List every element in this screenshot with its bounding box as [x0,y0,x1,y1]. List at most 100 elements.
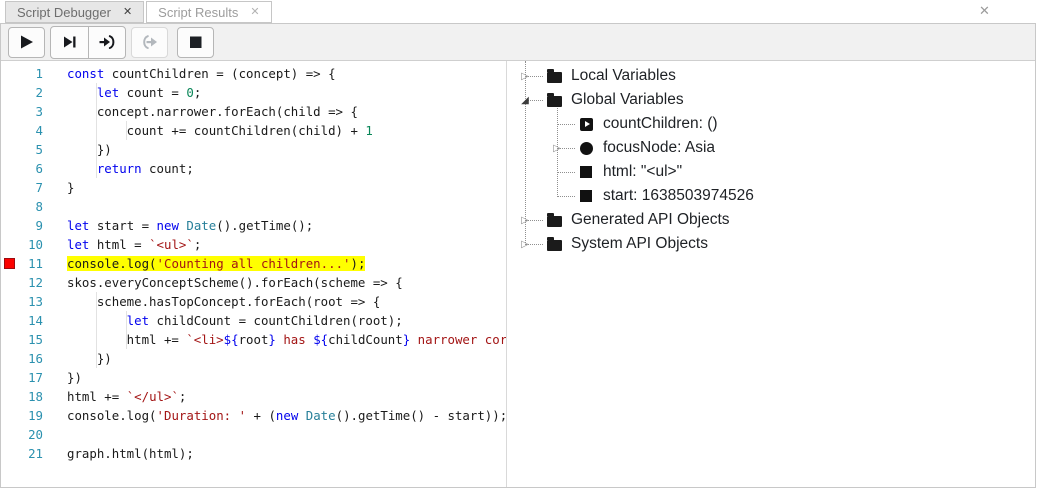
breakpoint-gutter[interactable] [1,273,17,292]
line-number: 1 [17,64,43,83]
collapse-arrow-icon[interactable]: ◢ [519,88,531,112]
tab-script-debugger[interactable]: Script Debugger ✕ [5,1,144,23]
code-line: 14let childCount = countChildren(root); [1,311,506,330]
line-number: 11 [17,254,43,273]
folder-icon [547,237,562,251]
line-number: 16 [17,349,43,368]
line-number: 6 [17,159,43,178]
indent-guide [67,140,97,159]
circle-icon [579,142,594,155]
code-line-text: concept.narrower.forEach(child => { [43,102,358,121]
indent-guide [67,121,97,140]
line-number: 10 [17,235,43,254]
breakpoint-gutter[interactable] [1,83,17,102]
tab-script-results[interactable]: Script Results ✕ [146,1,271,23]
breakpoint-gutter[interactable] [1,216,17,235]
code-line: 6return count; [1,159,506,178]
code-editor[interactable]: 1const countChildren = (concept) => {2le… [1,61,507,487]
expand-arrow-icon[interactable]: ▷ [519,64,531,88]
tree-item-label: Generated API Objects [571,211,730,229]
line-number: 20 [17,425,43,444]
tree-item[interactable]: ▷ Local Variables [519,64,1035,88]
indent-guide [67,330,97,349]
breakpoint-gutter[interactable] [1,197,17,216]
step-button-group [50,26,126,59]
breakpoint-marker[interactable] [4,258,15,269]
close-icon[interactable]: ✕ [123,7,132,18]
run-button[interactable] [8,27,45,58]
tree-item[interactable]: start: 1638503974526 [519,184,1035,208]
tab-strip: Script Debugger ✕ Script Results ✕ ✕ [0,0,1037,23]
tree-item[interactable]: ◢ Global Variables [519,88,1035,112]
line-number: 7 [17,178,43,197]
breakpoint-gutter[interactable] [1,349,17,368]
expand-arrow-icon[interactable]: ▷ [519,232,531,256]
function-icon [579,118,594,131]
step-out-button[interactable] [131,27,168,58]
line-number: 19 [17,406,43,425]
code-line-text: html += `<li>${root} has ${childCount} n… [43,330,507,349]
code-line-text: }) [43,368,82,387]
code-line-text: count += countChildren(child) + 1 [43,121,373,140]
code-line-text: } [43,178,74,197]
breakpoint-gutter[interactable] [1,406,17,425]
step-over-button[interactable] [51,27,88,58]
stop-icon [186,33,205,51]
breakpoint-gutter[interactable] [1,330,17,349]
breakpoint-gutter[interactable] [1,121,17,140]
indent-guide [97,311,127,330]
breakpoint-gutter[interactable] [1,140,17,159]
script-debugger-panel: 1const countChildren = (concept) => {2le… [0,23,1036,488]
tree-item-label: html: "<ul>" [603,163,682,181]
step-into-icon [98,33,117,51]
breakpoint-gutter[interactable] [1,254,17,273]
debug-toolbar [1,24,1035,61]
folder-icon [547,93,562,107]
line-number: 4 [17,121,43,140]
tree-item[interactable]: countChildren: () [519,112,1035,136]
breakpoint-gutter[interactable] [1,292,17,311]
breakpoint-gutter[interactable] [1,311,17,330]
code-line-text: const countChildren = (concept) => { [43,64,336,83]
tree-item-label: Global Variables [571,91,684,109]
close-icon[interactable]: ✕ [250,7,259,18]
breakpoint-gutter[interactable] [1,178,17,197]
code-line: 20 [1,425,506,444]
breakpoint-gutter[interactable] [1,387,17,406]
panel-splitter[interactable] [507,61,519,487]
square-icon [579,166,594,178]
tree-item[interactable]: html: "<ul>" [519,160,1035,184]
step-into-button[interactable] [88,27,125,58]
tree-item-label: start: 1638503974526 [603,187,754,205]
code-line: 15html += `<li>${root} has ${childCount}… [1,330,506,349]
code-line: 3concept.narrower.forEach(child => { [1,102,506,121]
step-out-icon [140,33,159,51]
code-line: 16}) [1,349,506,368]
breakpoint-gutter[interactable] [1,235,17,254]
tree-item-label: countChildren: () [603,115,718,133]
breakpoint-gutter[interactable] [1,159,17,178]
expand-arrow-icon[interactable]: ▷ [551,136,563,160]
breakpoint-gutter[interactable] [1,444,17,463]
indent-guide [67,159,97,178]
panel-close-icon[interactable]: ✕ [979,4,990,17]
breakpoint-gutter[interactable] [1,102,17,121]
expand-arrow-icon[interactable]: ▷ [519,208,531,232]
code-line: 21graph.html(html); [1,444,506,463]
tree-connector-stub [558,196,575,197]
code-line: 10let html = `<ul>`; [1,235,506,254]
breakpoint-gutter[interactable] [1,368,17,387]
folder-icon [547,213,562,227]
tree-item-label: Local Variables [571,67,676,85]
line-number: 12 [17,273,43,292]
breakpoint-gutter[interactable] [1,64,17,83]
indent-guide [67,102,97,121]
stop-button[interactable] [177,27,214,58]
tree-item[interactable]: ▷System API Objects [519,232,1035,256]
tree-item[interactable]: ▷focusNode: Asia [519,136,1035,160]
code-line-text: html += `</ul>`; [43,387,186,406]
breakpoint-gutter[interactable] [1,425,17,444]
code-line-text [43,425,67,444]
play-icon [17,33,36,51]
tree-item[interactable]: ▷ Generated API Objects [519,208,1035,232]
